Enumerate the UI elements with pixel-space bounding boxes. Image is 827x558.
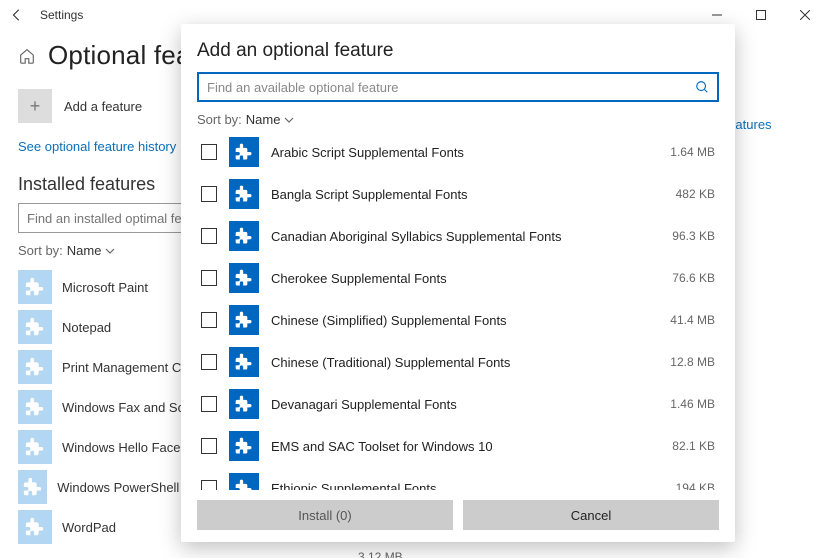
sort-prefix: Sort by: bbox=[197, 112, 242, 127]
maximize-button[interactable] bbox=[739, 0, 783, 30]
puzzle-icon bbox=[18, 510, 52, 544]
feature-row[interactable]: Devanagari Supplemental Fonts 1.46 MB bbox=[197, 383, 715, 425]
feature-row[interactable]: Cherokee Supplemental Fonts 76.6 KB bbox=[197, 257, 715, 299]
feature-size: 1.64 MB bbox=[655, 145, 715, 159]
feature-size: 82.1 KB bbox=[655, 439, 715, 453]
feature-name: Ethiopic Supplemental Fonts bbox=[271, 481, 643, 491]
feature-checkbox[interactable] bbox=[201, 228, 217, 244]
puzzle-icon bbox=[18, 270, 52, 304]
feature-name: Devanagari Supplemental Fonts bbox=[271, 397, 643, 412]
feature-size: 12.8 MB bbox=[655, 355, 715, 369]
feature-size: 1.46 MB bbox=[655, 397, 715, 411]
feature-checkbox[interactable] bbox=[201, 396, 217, 412]
feature-checkbox[interactable] bbox=[201, 480, 217, 490]
feature-row[interactable]: Canadian Aboriginal Syllabics Supplement… bbox=[197, 215, 715, 257]
feature-size: 96.3 KB bbox=[655, 229, 715, 243]
feature-row[interactable]: Arabic Script Supplemental Fonts 1.64 MB bbox=[197, 131, 715, 173]
feature-name: Canadian Aboriginal Syllabics Supplement… bbox=[271, 229, 643, 244]
puzzle-icon bbox=[18, 350, 52, 384]
feature-name: Arabic Script Supplemental Fonts bbox=[271, 145, 643, 160]
feature-row[interactable]: Chinese (Simplified) Supplemental Fonts 4… bbox=[197, 299, 715, 341]
sort-prefix: Sort by: bbox=[18, 243, 63, 258]
feature-row[interactable]: EMS and SAC Toolset for Windows 10 82.1 K… bbox=[197, 425, 715, 467]
feature-checkbox[interactable] bbox=[201, 144, 217, 160]
feature-row[interactable]: Chinese (Traditional) Supplemental Fonts… bbox=[197, 341, 715, 383]
puzzle-icon bbox=[229, 179, 259, 209]
installed-item-label: Windows Hello Face bbox=[62, 440, 181, 455]
feature-checkbox[interactable] bbox=[201, 270, 217, 286]
feature-row[interactable]: Bangla Script Supplemental Fonts 482 KB bbox=[197, 173, 715, 215]
chevron-down-icon bbox=[105, 246, 115, 256]
puzzle-icon bbox=[229, 305, 259, 335]
feature-checkbox[interactable] bbox=[201, 186, 217, 202]
search-placeholder: Find an available optional feature bbox=[207, 80, 695, 95]
window-title: Settings bbox=[40, 8, 83, 22]
puzzle-icon bbox=[18, 430, 52, 464]
back-icon[interactable] bbox=[8, 6, 26, 24]
feature-search-input[interactable]: Find an available optional feature bbox=[197, 72, 719, 102]
sort-value: Name bbox=[67, 243, 102, 258]
trailing-size: 3.12 MB bbox=[358, 550, 807, 558]
feature-size: 482 KB bbox=[655, 187, 715, 201]
feature-size: 76.6 KB bbox=[655, 271, 715, 285]
puzzle-icon bbox=[229, 137, 259, 167]
plus-icon: + bbox=[18, 89, 52, 123]
feature-name: EMS and SAC Toolset for Windows 10 bbox=[271, 439, 643, 454]
dialog-title: Add an optional feature bbox=[197, 40, 719, 62]
feature-checkbox[interactable] bbox=[201, 438, 217, 454]
puzzle-icon bbox=[18, 470, 47, 504]
feature-name: Chinese (Traditional) Supplemental Fonts bbox=[271, 355, 643, 370]
puzzle-icon bbox=[18, 310, 52, 344]
installed-item-label: Notepad bbox=[62, 320, 111, 335]
installed-item-label: WordPad bbox=[62, 520, 116, 535]
installed-item-label: Microsoft Paint bbox=[62, 280, 148, 295]
feature-size: 194 KB bbox=[655, 481, 715, 490]
puzzle-icon bbox=[229, 347, 259, 377]
feature-list: Arabic Script Supplemental Fonts 1.64 MB B… bbox=[197, 131, 719, 490]
puzzle-icon bbox=[229, 263, 259, 293]
add-feature-dialog: Add an optional feature Find an availabl… bbox=[181, 24, 735, 542]
feature-checkbox[interactable] bbox=[201, 354, 217, 370]
add-feature-label: Add a feature bbox=[64, 99, 142, 114]
feature-size: 41.4 MB bbox=[655, 313, 715, 327]
puzzle-icon bbox=[18, 390, 52, 424]
feature-row[interactable]: Ethiopic Supplemental Fonts 194 KB bbox=[197, 467, 715, 490]
feature-checkbox[interactable] bbox=[201, 312, 217, 328]
feature-name: Bangla Script Supplemental Fonts bbox=[271, 187, 643, 202]
chevron-down-icon bbox=[284, 115, 294, 125]
feature-name: Chinese (Simplified) Supplemental Fonts bbox=[271, 313, 643, 328]
dialog-sort[interactable]: Sort by: Name bbox=[197, 112, 719, 127]
puzzle-icon bbox=[229, 431, 259, 461]
installed-item-label: Windows Fax and Scan bbox=[62, 400, 199, 415]
puzzle-icon bbox=[229, 389, 259, 419]
puzzle-icon bbox=[229, 473, 259, 490]
home-icon[interactable] bbox=[18, 47, 36, 65]
close-button[interactable] bbox=[783, 0, 827, 30]
feature-name: Cherokee Supplemental Fonts bbox=[271, 271, 643, 286]
search-icon bbox=[695, 80, 709, 94]
sort-value: Name bbox=[246, 112, 281, 127]
puzzle-icon bbox=[229, 221, 259, 251]
install-button[interactable]: Install (0) bbox=[197, 500, 453, 530]
cancel-button[interactable]: Cancel bbox=[463, 500, 719, 530]
